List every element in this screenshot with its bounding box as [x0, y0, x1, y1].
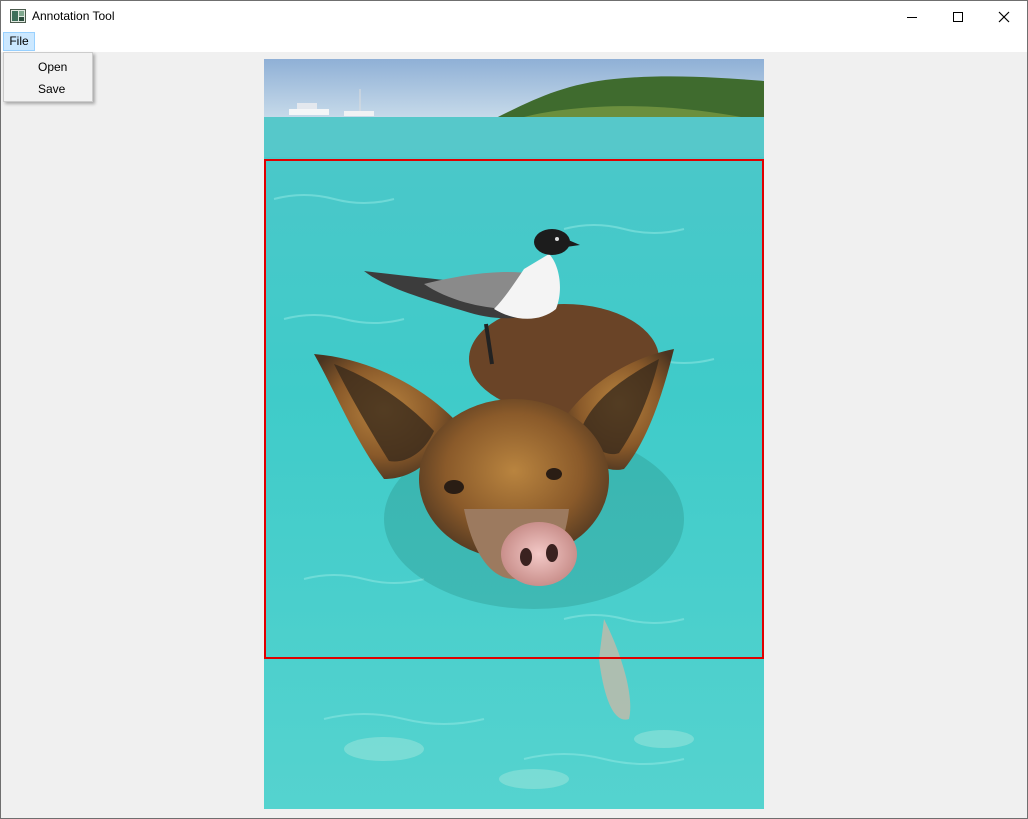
menu-item-save-label: Save: [38, 82, 66, 96]
menu-item-save[interactable]: Save: [4, 78, 92, 100]
app-window: Annotation Tool File Open Save: [0, 0, 1028, 819]
title-bar[interactable]: Annotation Tool: [1, 1, 1027, 32]
minimize-icon: [907, 16, 917, 18]
menu-bar: File: [1, 32, 1027, 52]
minimize-button[interactable]: [889, 1, 935, 32]
app-image-icon: [10, 9, 26, 23]
close-icon: [998, 11, 1010, 22]
menu-item-open-label: Open: [38, 60, 68, 74]
maximize-icon: [953, 11, 963, 22]
menu-item-open[interactable]: Open: [4, 56, 92, 78]
menu-file[interactable]: File: [3, 32, 35, 51]
close-button[interactable]: [981, 1, 1027, 32]
annotation-bounding-box[interactable]: [264, 159, 764, 659]
maximize-button[interactable]: [935, 1, 981, 32]
window-title: Annotation Tool: [32, 9, 115, 23]
file-menu-dropdown: Open Save: [3, 52, 93, 102]
